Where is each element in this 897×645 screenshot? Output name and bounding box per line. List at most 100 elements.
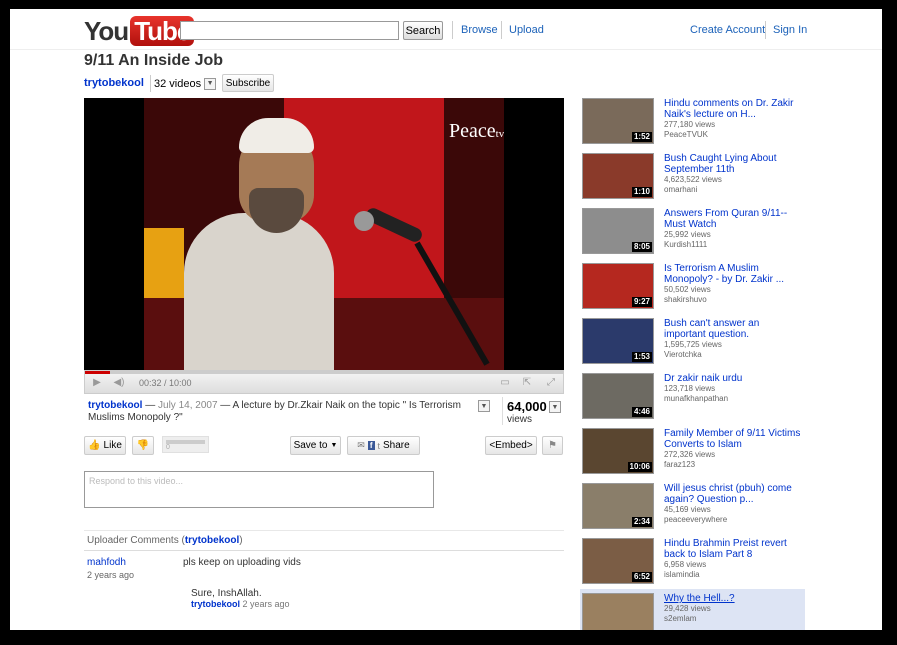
comment-text: pls keep on uploading vids (183, 557, 301, 568)
duration-badge: 9:27 (631, 297, 652, 307)
progress-fill (85, 371, 111, 374)
video-thumbnail[interactable]: 1:53 (582, 318, 654, 364)
video-thumbnail[interactable]: 10:06 (582, 428, 654, 474)
chevron-down-icon[interactable]: ▼ (204, 77, 217, 90)
chevron-down-icon[interactable]: ▼ (478, 400, 490, 412)
youtube-page: You Tube Search Browse Upload Create Acc… (10, 9, 882, 630)
share-button[interactable]: ✉ f t Share (347, 436, 420, 455)
video-count[interactable]: 32 videos ▼ (150, 75, 217, 92)
related-video-user[interactable]: PeaceTVUK (664, 130, 708, 139)
related-video-title[interactable]: Why the Hell...? (664, 593, 802, 604)
like-button[interactable]: 👍 Like (84, 436, 126, 455)
mini-player-icon[interactable]: ▭ (497, 377, 513, 389)
video-thumbnail[interactable]: 1:10 (582, 153, 654, 199)
related-video-user[interactable]: peaceeverywhere (664, 515, 727, 524)
dislike-button[interactable]: 👎 (132, 436, 154, 455)
video-thumbnail[interactable]: 8:05 (582, 208, 654, 254)
microphone-head (354, 211, 374, 231)
uploader-link[interactable]: trytobekool (185, 535, 239, 546)
view-count-number: 64,000 (507, 399, 547, 414)
related-video-user[interactable]: faraz123 (664, 460, 695, 469)
related-video-item[interactable]: 1:10 Bush Caught Lying About September 11… (580, 149, 805, 204)
fullscreen-icon[interactable]: ⤢ (543, 377, 559, 389)
share-label: Share (383, 440, 410, 451)
related-video-user[interactable]: shakirshuvo (664, 295, 707, 304)
video-description: trytobekool — July 14, 2007 — A lecture … (88, 400, 468, 424)
related-video-item[interactable]: 2:34 Will jesus christ (pbuh) come again?… (580, 479, 805, 534)
related-video-title[interactable]: Answers From Quran 9/11-- Must Watch (664, 208, 802, 230)
reply-text: Sure, InshAllah. (191, 588, 262, 599)
related-video-item[interactable]: 1:52 Hindu comments on Dr. Zakir Naik's l… (580, 94, 805, 149)
sign-in-link[interactable]: Sign In (773, 24, 807, 36)
related-video-views: 29,428 views (664, 604, 711, 613)
header-prefix: Uploader Comments ( (87, 535, 185, 546)
related-video-views: 4,623,522 views (664, 175, 722, 184)
related-video-item[interactable]: 10:06 Family Member of 9/11 Victims Conve… (580, 424, 805, 479)
twitter-icon: t (377, 440, 381, 451)
related-video-title[interactable]: Bush Caught Lying About September 11th (664, 153, 802, 175)
screenshot-frame: You Tube Search Browse Upload Create Acc… (0, 0, 897, 645)
related-video-title[interactable]: Is Terrorism A Muslim Monopoly? - by Dr.… (664, 263, 802, 285)
youtube-logo[interactable]: You Tube (84, 16, 195, 46)
related-video-item[interactable]: 1:53 Bush can't answer an important quest… (580, 314, 805, 369)
related-video-user[interactable]: Kurdish1111 (664, 240, 707, 249)
video-thumbnail[interactable]: 4:46 (582, 373, 654, 419)
channel-link[interactable]: trytobekool (84, 77, 144, 89)
related-video-views: 6,958 views (664, 560, 707, 569)
uploader-link[interactable]: trytobekool (88, 400, 142, 411)
duration-badge: 8:05 (631, 242, 652, 252)
related-video-title[interactable]: Family Member of 9/11 Victims Converts t… (664, 428, 802, 450)
video-thumbnail[interactable]: 9:27 (582, 263, 654, 309)
related-video-views: 45,169 views (664, 505, 711, 514)
view-count: 64,000 views ▼ (502, 397, 562, 425)
flag-button[interactable]: ⚑ (542, 436, 563, 455)
related-video-title[interactable]: Hindu Brahmin Preist revert back to Isla… (664, 538, 802, 560)
duration-badge: 2:34 (631, 517, 652, 527)
reply-author[interactable]: trytobekool (191, 599, 240, 609)
view-count-label: views (507, 414, 533, 425)
chevron-down-icon[interactable]: ▼ (549, 401, 561, 413)
uploader-comments-header: Uploader Comments (trytobekool) (87, 535, 243, 546)
peace-tv-watermark: Peacetv (449, 120, 504, 143)
progress-bar[interactable] (85, 371, 563, 374)
related-video-user[interactable]: omarhani (664, 185, 697, 194)
related-video-item[interactable]: Why the Hell...? 29,428 views s2emlam (580, 589, 805, 630)
related-video-title[interactable]: Will jesus christ (pbuh) come again? Que… (664, 483, 802, 505)
create-account-link[interactable]: Create Account (690, 24, 765, 36)
related-video-user[interactable]: s2emlam (664, 614, 696, 623)
upload-link[interactable]: Upload (509, 24, 544, 36)
embed-button[interactable]: <Embed> (485, 436, 537, 455)
subscribe-button[interactable]: Subscribe (222, 74, 274, 92)
related-video-item[interactable]: 6:52 Hindu Brahmin Preist revert back to … (580, 534, 805, 589)
comment-placeholder: Respond to this video... (89, 476, 184, 486)
save-to-label: Save to (293, 440, 328, 451)
related-video-title[interactable]: Bush can't answer an important question. (664, 318, 802, 340)
duration-badge: 4:46 (631, 407, 652, 417)
video-thumbnail[interactable]: 1:52 (582, 98, 654, 144)
popout-icon[interactable]: ⇱ (519, 377, 535, 389)
video-player[interactable]: Peacetv (84, 98, 564, 370)
related-video-item[interactable]: 4:46 Dr zakir naik urdu 123,718 views munaf… (580, 369, 805, 424)
duration-badge: 6:52 (631, 572, 652, 582)
video-thumbnail[interactable]: 6:52 (582, 538, 654, 584)
related-video-title[interactable]: Hindu comments on Dr. Zakir Naik's lectu… (664, 98, 802, 120)
watermark-sub: tv (495, 128, 504, 140)
related-video-item[interactable]: 9:27 Is Terrorism A Muslim Monopoly? - by… (580, 259, 805, 314)
search-button[interactable]: Search (403, 21, 443, 40)
speaker-cap (239, 118, 314, 153)
video-thumbnail[interactable] (582, 593, 654, 630)
related-video-title[interactable]: Dr zakir naik urdu (664, 373, 802, 384)
video-thumbnail[interactable]: 2:34 (582, 483, 654, 529)
related-video-item[interactable]: 8:05 Answers From Quran 9/11-- Must Watch… (580, 204, 805, 259)
play-icon[interactable]: ▶ (89, 377, 105, 389)
save-to-button[interactable]: Save to ▼ (290, 436, 341, 455)
reply-time: 2 years ago (242, 599, 290, 609)
comment-input[interactable]: Respond to this video... (84, 471, 434, 508)
comment-author[interactable]: mahfodh (87, 557, 126, 568)
volume-icon[interactable]: ◀) (111, 377, 127, 389)
related-video-user[interactable]: islamindia (664, 570, 700, 579)
browse-link[interactable]: Browse (461, 24, 498, 36)
related-video-user[interactable]: Vierotchka (664, 350, 702, 359)
related-video-user[interactable]: munafkhanpathan (664, 394, 728, 403)
search-input[interactable] (180, 21, 399, 40)
